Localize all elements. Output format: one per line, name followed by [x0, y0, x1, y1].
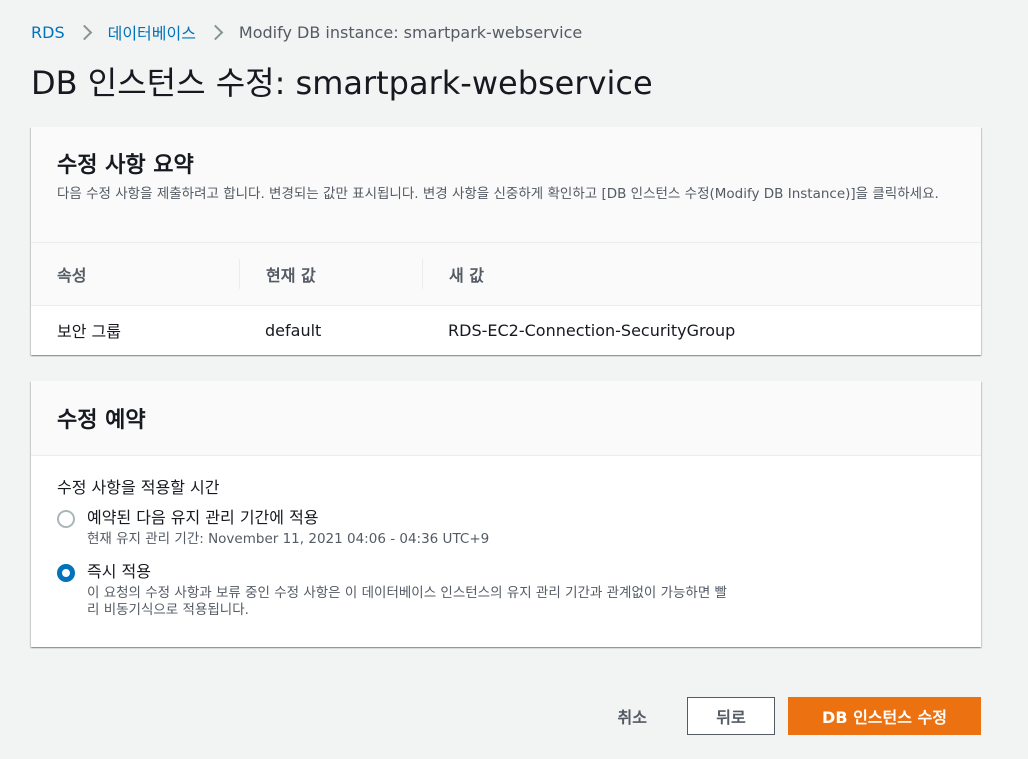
summary-panel: 수정 사항 요약 다음 수정 사항을 제출하려고 합니다. 변경되는 값만 표시… [31, 127, 981, 355]
breadcrumb-rds-link[interactable]: RDS [31, 23, 65, 42]
cell-attribute: 보안 그룹 [57, 322, 121, 341]
radio-option-next-maintenance[interactable]: 예약된 다음 유지 관리 기간에 적용 현재 유지 관리 기간: Novembe… [57, 508, 955, 548]
column-header-current-value: 현재 값 [239, 259, 422, 289]
radio-desc-apply-immediately: 이 요청의 수정 사항과 보류 중인 수정 사항은 이 데이터베이스 인스턴스의… [87, 585, 727, 618]
apply-time-label: 수정 사항을 적용할 시간 [57, 478, 220, 497]
radio-desc-next-maintenance: 현재 유지 관리 기간: November 11, 2021 04:06 - 0… [87, 531, 490, 547]
schedule-body: 수정 사항을 적용할 시간 예약된 다음 유지 관리 기간에 적용 현재 유지 … [31, 456, 981, 619]
radio-label-apply-immediately[interactable]: 즉시 적용 [87, 562, 737, 582]
chevron-right-icon [76, 24, 92, 40]
form-actions: 취소 뒤로 DB 인스턴스 수정 [618, 697, 981, 735]
summary-panel-header: 수정 사항 요약 다음 수정 사항을 제출하려고 합니다. 변경되는 값만 표시… [31, 127, 981, 243]
schedule-title: 수정 예약 [57, 408, 146, 433]
cell-current-value: default [265, 320, 322, 340]
breadcrumb-databases-link[interactable]: 데이터베이스 [108, 20, 196, 44]
radio-option-apply-immediately[interactable]: 즉시 적용 이 요청의 수정 사항과 보류 중인 수정 사항은 이 데이터베이스… [57, 562, 955, 619]
page-title: DB 인스턴스 수정: smartpark-webservice [31, 64, 653, 102]
summary-table-header: 속성 현재 값 새 값 [31, 243, 981, 306]
radio-checked-icon[interactable] [57, 564, 75, 582]
modify-db-instance-button[interactable]: DB 인스턴스 수정 [788, 697, 981, 735]
schedule-panel-header: 수정 예약 [31, 381, 981, 456]
schedule-panel: 수정 예약 수정 사항을 적용할 시간 예약된 다음 유지 관리 기간에 적용 … [31, 381, 981, 647]
summary-description: 다음 수정 사항을 제출하려고 합니다. 변경되는 값만 표시됩니다. 변경 사… [57, 186, 939, 202]
radio-label-next-maintenance[interactable]: 예약된 다음 유지 관리 기간에 적용 [87, 508, 489, 528]
breadcrumb: RDS 데이터베이스 Modify DB instance: smartpark… [31, 20, 582, 44]
summary-title: 수정 사항 요약 [57, 153, 194, 178]
cell-new-value: RDS-EC2-Connection-SecurityGroup [448, 320, 736, 340]
back-button[interactable]: 뒤로 [687, 697, 775, 735]
column-header-attribute: 속성 [57, 266, 87, 285]
column-header-new-value: 새 값 [422, 259, 981, 289]
chevron-right-icon [207, 24, 224, 40]
cancel-button[interactable]: 취소 [618, 704, 647, 728]
breadcrumb-current: Modify DB instance: smartpark-webservice [238, 22, 583, 42]
table-row: 보안 그룹 default RDS-EC2-Connection-Securit… [31, 306, 981, 354]
radio-unchecked-icon[interactable] [57, 510, 75, 528]
